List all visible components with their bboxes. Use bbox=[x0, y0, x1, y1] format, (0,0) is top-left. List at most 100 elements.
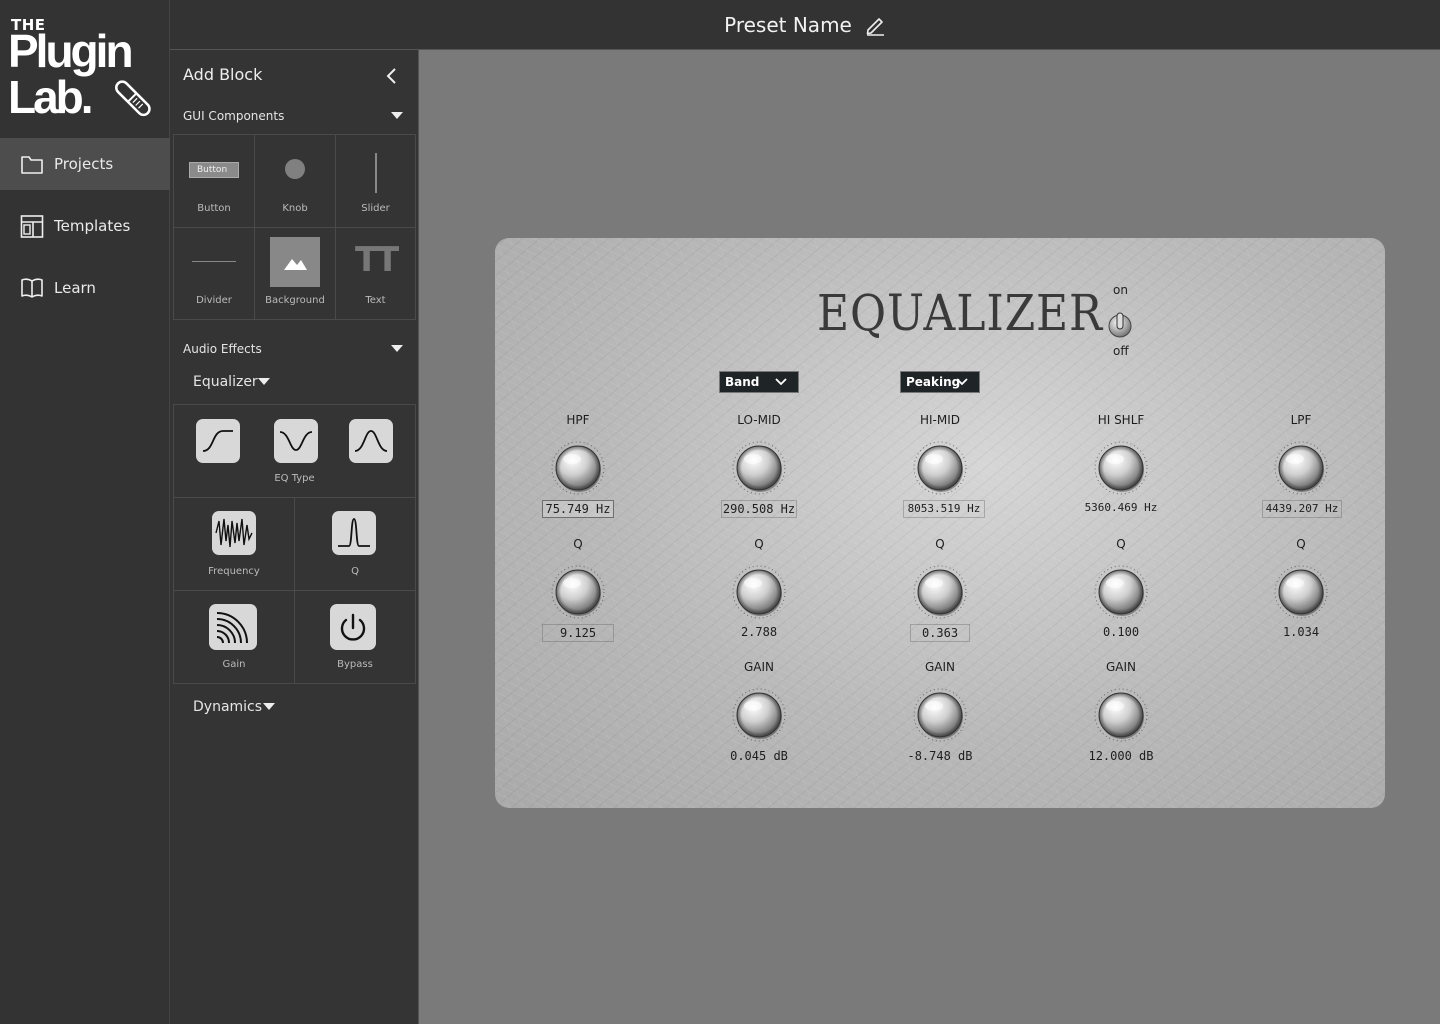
gui-item-label: Text bbox=[365, 295, 386, 306]
switch-on-label: on bbox=[1113, 283, 1128, 297]
q-value[interactable]: 2.788 bbox=[721, 624, 797, 642]
chevron-down-icon bbox=[774, 374, 788, 391]
slider-preview-icon bbox=[375, 153, 377, 193]
highpass-curve-icon[interactable] bbox=[196, 419, 240, 463]
eq-block-bypass[interactable]: Bypass bbox=[295, 591, 416, 684]
book-icon bbox=[21, 278, 43, 298]
frequency-value[interactable]: 5360.469 Hz bbox=[1081, 500, 1161, 518]
q-value[interactable]: 9.125 bbox=[542, 624, 614, 642]
gain-value[interactable]: 0.045 dB bbox=[714, 748, 804, 766]
pencil-icon[interactable] bbox=[864, 14, 886, 36]
q-label: Q bbox=[1296, 537, 1306, 551]
q-knob[interactable] bbox=[1091, 562, 1151, 622]
q-value[interactable]: 1.034 bbox=[1271, 624, 1331, 642]
q-label: Q bbox=[754, 537, 764, 551]
logo-lab: Lab. bbox=[8, 71, 94, 123]
gui-item-button[interactable]: Button Button bbox=[174, 135, 255, 228]
frequency-knob[interactable] bbox=[1271, 438, 1331, 498]
band-label-hi-shelf: HI SHLF bbox=[1097, 413, 1145, 427]
eq-type-cell: EQ Type bbox=[174, 405, 416, 498]
nav-item-learn[interactable]: Learn bbox=[0, 262, 170, 314]
nav-label-templates: Templates bbox=[54, 217, 131, 235]
q-label: Q bbox=[935, 537, 945, 551]
folder-icon bbox=[21, 156, 43, 174]
gain-value[interactable]: 12.000 dB bbox=[1076, 748, 1166, 766]
notch-curve-icon[interactable] bbox=[274, 419, 318, 463]
frequency-value[interactable]: 8053.519 Hz bbox=[903, 500, 985, 518]
plugin-title: EQUALIZER bbox=[817, 284, 1104, 342]
q-knob[interactable] bbox=[729, 562, 789, 622]
gain-value[interactable]: -8.748 dB bbox=[895, 748, 985, 766]
caret-down-icon[interactable] bbox=[258, 378, 270, 385]
dynamics-header[interactable]: Dynamics bbox=[193, 699, 262, 715]
frequency-value[interactable]: 4439.207 Hz bbox=[1262, 500, 1342, 518]
band-label-hi-mid: HI-MID bbox=[919, 413, 961, 427]
eq-block-label: Frequency bbox=[208, 566, 260, 577]
band-dropdown[interactable]: Band bbox=[719, 371, 799, 393]
gui-item-text[interactable]: TT Text bbox=[336, 228, 416, 320]
layout-icon bbox=[20, 215, 44, 238]
eq-block-label: Gain bbox=[222, 659, 246, 670]
caret-down-icon[interactable] bbox=[263, 703, 275, 710]
toggle-switch[interactable] bbox=[1107, 308, 1133, 342]
band-label-hpf: HPF bbox=[566, 413, 590, 427]
gui-item-divider[interactable]: Divider bbox=[174, 228, 255, 320]
frequency-knob[interactable] bbox=[729, 438, 789, 498]
preset-name[interactable]: Preset Name bbox=[724, 13, 852, 37]
gain-knob[interactable] bbox=[910, 685, 970, 745]
left-nav: THE Plugin Lab. Projects Templates Learn bbox=[0, 0, 170, 1024]
frequency-value[interactable]: 75.749 Hz bbox=[542, 500, 614, 518]
text-preview-icon: TT bbox=[355, 240, 399, 280]
gui-item-slider[interactable]: Slider bbox=[336, 135, 416, 228]
nav-item-templates[interactable]: Templates bbox=[0, 200, 170, 252]
gui-components-header[interactable]: GUI Components bbox=[183, 109, 284, 123]
frequency-knob[interactable] bbox=[910, 438, 970, 498]
q-label: Q bbox=[1116, 537, 1126, 551]
eq-block-gain[interactable]: Gain bbox=[174, 591, 295, 684]
gui-item-label: Slider bbox=[361, 203, 390, 214]
eq-block-label: Bypass bbox=[337, 659, 373, 670]
gui-components-grid: Button Button Knob Slider Divider Backgr… bbox=[173, 134, 416, 320]
q-knob[interactable] bbox=[910, 562, 970, 622]
logo-plugin: Plugin bbox=[8, 25, 134, 77]
q-knob[interactable] bbox=[548, 562, 608, 622]
image-icon bbox=[270, 237, 320, 287]
nav-label-learn: Learn bbox=[54, 279, 96, 297]
q-label: Q bbox=[573, 537, 583, 551]
gain-label: GAIN bbox=[924, 660, 956, 674]
filter-type-dropdown[interactable]: Peaking bbox=[900, 371, 980, 393]
bell-curve-icon[interactable] bbox=[349, 419, 393, 463]
chevron-left-icon[interactable] bbox=[384, 66, 398, 86]
eq-block-frequency[interactable]: Frequency bbox=[174, 498, 295, 591]
frequency-knob[interactable] bbox=[1091, 438, 1151, 498]
caret-down-icon[interactable] bbox=[391, 112, 403, 119]
q-value[interactable]: 0.363 bbox=[910, 624, 970, 642]
q-knob[interactable] bbox=[1271, 562, 1331, 622]
gui-item-knob[interactable]: Knob bbox=[255, 135, 336, 228]
gui-item-label: Divider bbox=[196, 295, 232, 306]
gain-label: GAIN bbox=[1105, 660, 1137, 674]
filter-type-dropdown-label: Peaking bbox=[906, 375, 961, 389]
q-value[interactable]: 0.100 bbox=[1091, 624, 1151, 642]
audio-effects-header[interactable]: Audio Effects bbox=[183, 342, 262, 356]
add-block-panel: Add Block GUI Components Button Button K… bbox=[170, 50, 419, 1024]
caret-down-icon[interactable] bbox=[391, 345, 403, 352]
gui-item-background[interactable]: Background bbox=[255, 228, 336, 320]
gain-waves-icon bbox=[209, 604, 257, 650]
plugin-lab-logo[interactable]: THE Plugin Lab. bbox=[8, 14, 158, 124]
gui-item-label: Background bbox=[265, 295, 325, 306]
q-peak-icon bbox=[332, 511, 376, 555]
eq-block-q[interactable]: Q bbox=[295, 498, 416, 591]
band-label-lo-mid: LO-MID bbox=[737, 413, 781, 427]
gain-knob[interactable] bbox=[729, 685, 789, 745]
nav-label-projects: Projects bbox=[54, 155, 114, 173]
nav-item-projects[interactable]: Projects bbox=[0, 138, 170, 190]
equalizer-plugin[interactable]: EQUALIZER on off Band Peaking HPF 75.749… bbox=[495, 238, 1385, 808]
frequency-knob[interactable] bbox=[548, 438, 608, 498]
gain-knob[interactable] bbox=[1091, 685, 1151, 745]
gui-item-label: Button bbox=[197, 203, 231, 214]
frequency-value[interactable]: 290.508 Hz bbox=[721, 500, 797, 518]
top-bar: Preset Name bbox=[170, 0, 1440, 50]
equalizer-header[interactable]: Equalizer bbox=[193, 374, 258, 390]
band-dropdown-label: Band bbox=[725, 375, 760, 389]
